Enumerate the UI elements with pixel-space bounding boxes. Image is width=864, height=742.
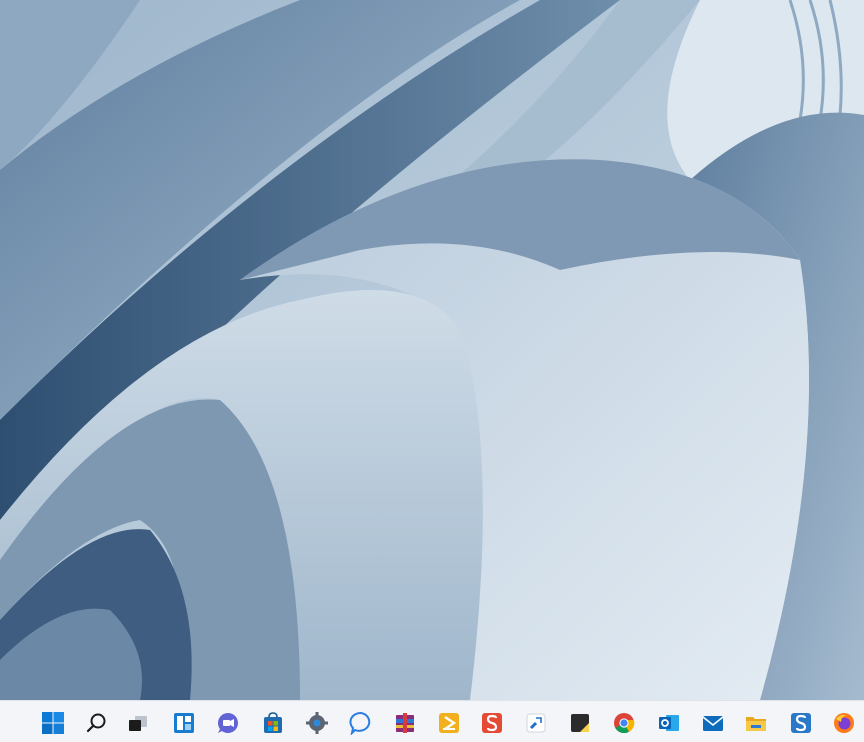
outlook-icon — [659, 715, 679, 731]
bloom-wallpaper — [0, 0, 864, 700]
mail-icon — [702, 716, 724, 731]
task-view-icon — [129, 716, 147, 731]
file-explorer-button[interactable] — [738, 705, 774, 741]
windows-logo-icon — [42, 712, 64, 734]
folder-icon — [746, 717, 766, 731]
microsoft-store-button[interactable] — [255, 705, 291, 741]
chrome-button[interactable] — [606, 705, 642, 741]
powerautomate-button[interactable] — [431, 705, 467, 741]
mail-button[interactable] — [695, 705, 731, 741]
taskbar — [0, 700, 864, 742]
search-button[interactable] — [79, 705, 115, 741]
snagit-button[interactable] — [474, 705, 510, 741]
sticky-notes-button[interactable] — [562, 705, 598, 741]
widgets-button[interactable] — [166, 705, 202, 741]
snagit-editor-button[interactable] — [783, 705, 819, 741]
snagit-editor-icon — [791, 713, 811, 733]
start-button[interactable] — [35, 705, 71, 741]
messenger-icon — [349, 712, 371, 735]
firefox-button[interactable] — [826, 705, 862, 741]
teams-chat-button[interactable] — [210, 705, 246, 741]
power-automate-icon — [439, 713, 459, 733]
snipping-tool-icon — [526, 713, 546, 733]
winrar-button[interactable] — [387, 705, 423, 741]
gear-icon — [306, 712, 328, 734]
store-icon — [264, 712, 282, 733]
settings-button[interactable] — [299, 705, 335, 741]
firefox-icon — [834, 713, 854, 733]
task-view-button[interactable] — [120, 705, 156, 741]
teams-chat-icon — [218, 713, 238, 733]
desktop-wallpaper — [0, 0, 864, 700]
sticky-notes-icon — [571, 714, 589, 732]
snagit-icon — [482, 713, 502, 733]
outlook-button[interactable] — [651, 705, 687, 741]
chrome-icon — [614, 713, 635, 734]
search-icon — [86, 713, 106, 733]
winrar-icon — [396, 713, 414, 733]
messenger-button[interactable] — [343, 705, 379, 741]
widgets-icon — [174, 713, 194, 733]
snipping-tool-button[interactable] — [518, 705, 554, 741]
